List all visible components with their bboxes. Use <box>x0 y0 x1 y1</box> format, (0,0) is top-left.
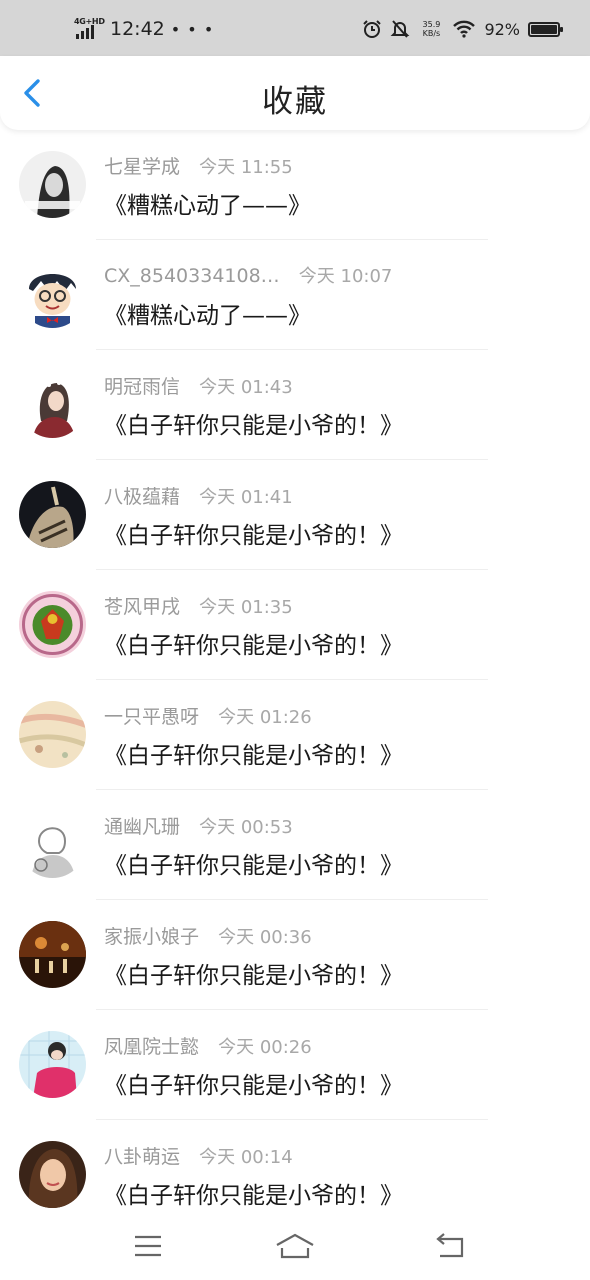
speed-value: 35.9 <box>422 20 441 29</box>
favorite-item[interactable]: 家振小娘子 今天 00:36 《白子轩你只能是小爷的！》 <box>0 900 590 1010</box>
avatar <box>19 151 86 218</box>
avatar <box>19 701 86 768</box>
story-title: 《白子轩你只能是小爷的！》 <box>104 1073 403 1099</box>
username: 八极蕴藉 <box>104 486 181 508</box>
timestamp: 今天 11:55 <box>199 157 293 178</box>
page-title: 收藏 <box>262 84 328 120</box>
home-button[interactable] <box>274 1232 316 1264</box>
favorite-item[interactable]: 明冠雨信 今天 01:43 《白子轩你只能是小爷的！》 <box>0 350 590 460</box>
timestamp: 今天 01:41 <box>199 487 293 508</box>
avatar <box>19 811 86 878</box>
avatar <box>19 481 86 548</box>
timestamp: 今天 01:26 <box>218 707 312 728</box>
timestamp: 今天 00:26 <box>218 1037 312 1058</box>
favorite-item[interactable]: 七星学成 今天 11:55 《糟糕心动了——》 <box>0 130 590 240</box>
avatar <box>19 591 86 658</box>
story-title: 《白子轩你只能是小爷的！》 <box>104 963 403 989</box>
story-title: 《白子轩你只能是小爷的！》 <box>104 523 403 549</box>
favorite-item[interactable]: 凤凰院士懿 今天 00:26 《白子轩你只能是小爷的！》 <box>0 1010 590 1120</box>
timestamp: 今天 00:36 <box>218 927 312 948</box>
wifi-icon <box>453 20 476 38</box>
timestamp: 今天 00:14 <box>199 1147 293 1168</box>
favorite-item[interactable]: 通幽凡珊 今天 00:53 《白子轩你只能是小爷的！》 <box>0 790 590 900</box>
more-notifications: • • • <box>170 19 215 39</box>
story-title: 《糟糕心动了——》 <box>104 303 311 329</box>
favorite-item[interactable]: CX_8540334108… 今天 10:07 《糟糕心动了——》 <box>0 240 590 350</box>
timestamp: 今天 01:43 <box>199 377 293 398</box>
username: 通幽凡珊 <box>104 816 181 838</box>
header: 收藏 <box>0 56 590 130</box>
back-icon <box>436 1233 464 1258</box>
battery-percent: 92% <box>484 19 520 39</box>
menu-button[interactable] <box>132 1232 164 1264</box>
menu-icon <box>135 1235 161 1257</box>
username: 明冠雨信 <box>104 376 181 398</box>
timestamp: 今天 10:07 <box>298 266 393 287</box>
username: 家振小娘子 <box>104 926 200 948</box>
avatar <box>19 921 86 988</box>
username: 凤凰院士懿 <box>104 1036 200 1058</box>
avatar <box>19 1141 86 1208</box>
mute-icon <box>391 20 410 38</box>
story-title: 《白子轩你只能是小爷的！》 <box>104 853 403 879</box>
avatar <box>19 1031 86 1098</box>
clock: 12:42 <box>110 18 165 40</box>
username: 八卦萌运 <box>104 1146 181 1168</box>
favorites-list: 七星学成 今天 11:55 《糟糕心动了——》 CX_8540334108… 今… <box>0 130 590 1230</box>
story-title: 《白子轩你只能是小爷的！》 <box>104 633 403 659</box>
favorite-item[interactable]: 八卦萌运 今天 00:14 《白子轩你只能是小爷的！》 <box>0 1120 590 1230</box>
story-title: 《白子轩你只能是小爷的！》 <box>104 743 403 769</box>
system-nav-bar <box>0 1218 590 1280</box>
username: 七星学成 <box>104 156 181 178</box>
story-title: 《糟糕心动了——》 <box>104 193 311 219</box>
battery-icon <box>528 21 563 37</box>
favorite-item[interactable]: 八极蕴藉 今天 01:41 《白子轩你只能是小爷的！》 <box>0 460 590 570</box>
home-icon <box>276 1233 314 1259</box>
username: 一只平愚呀 <box>104 706 200 728</box>
story-title: 《白子轩你只能是小爷的！》 <box>104 413 403 439</box>
favorite-item[interactable]: 一只平愚呀 今天 01:26 《白子轩你只能是小爷的！》 <box>0 680 590 790</box>
speed-unit: KB/s <box>422 29 441 38</box>
signal-icon: 4G+HD <box>74 17 105 41</box>
back-nav-button[interactable] <box>434 1232 466 1264</box>
timestamp: 今天 00:53 <box>199 817 293 838</box>
alarm-icon <box>363 20 382 38</box>
avatar <box>19 261 86 328</box>
avatar <box>19 371 86 438</box>
timestamp: 今天 01:35 <box>199 597 293 618</box>
status-bar: 4G+HD 12:42 • • • 35.9 KB/s 92% <box>0 0 590 56</box>
favorite-item[interactable]: 苍风甲戌 今天 01:35 《白子轩你只能是小爷的！》 <box>0 570 590 680</box>
username: CX_8540334108… <box>104 265 280 287</box>
username: 苍风甲戌 <box>104 596 181 618</box>
story-title: 《白子轩你只能是小爷的！》 <box>104 1183 403 1209</box>
network-speed: 35.9 KB/s <box>418 20 444 38</box>
